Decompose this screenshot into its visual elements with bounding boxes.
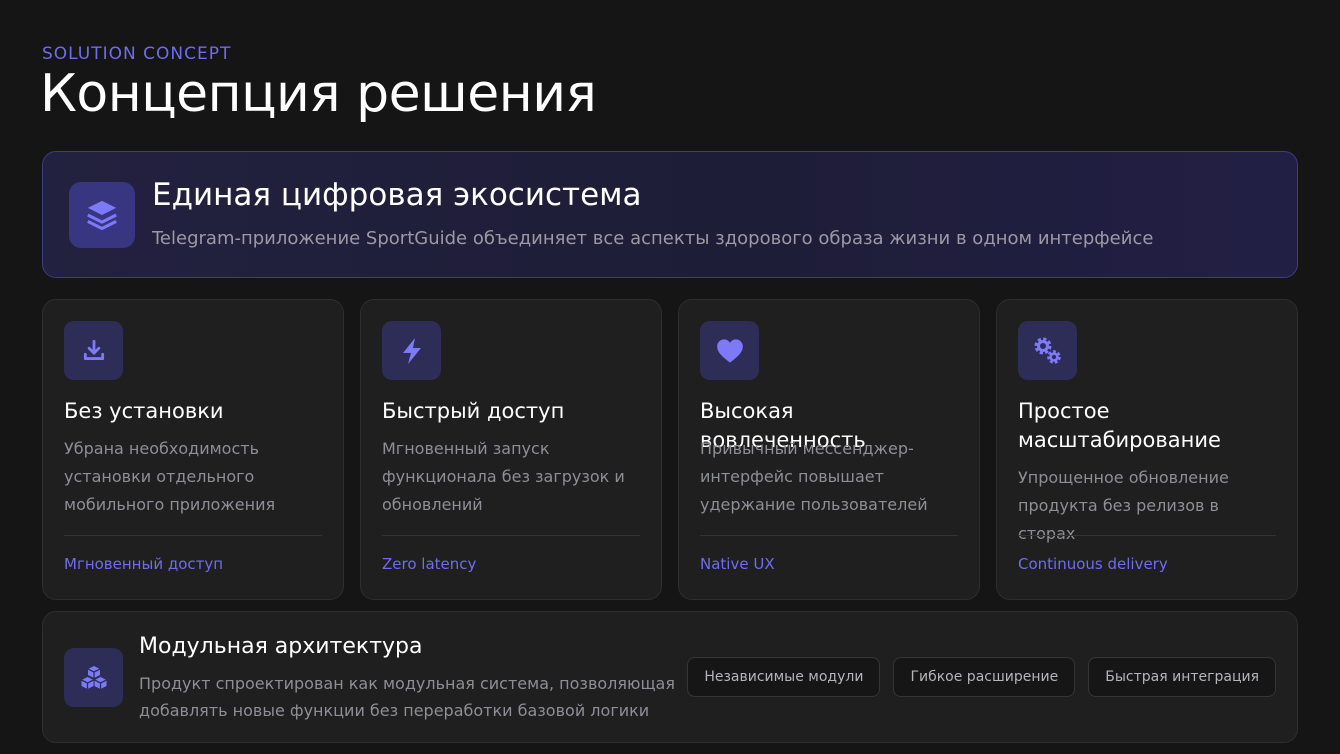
feature-pills: Независимые модули Гибкое расширение Быс… xyxy=(687,657,1276,697)
pill-fast-integration: Быстрая интеграция xyxy=(1088,657,1276,697)
pill-flexible-extension: Гибкое расширение xyxy=(893,657,1076,697)
architecture-title: Модульная архитектура xyxy=(139,634,423,659)
feature-card-fast-access: Быстрый доступ Мгновенный запуск функцио… xyxy=(360,299,662,600)
card-description: Убрана необходимость установки отдельног… xyxy=(64,439,276,514)
feature-card-no-install: Без установки Убрана необходимость устан… xyxy=(42,299,344,600)
card-divider xyxy=(382,535,640,536)
feature-card-engagement: Высокая вовлеченность Привычный мессендж… xyxy=(678,299,980,600)
card-divider xyxy=(64,535,322,536)
ecosystem-banner: Единая цифровая экосистема Telegram-прил… xyxy=(42,151,1298,278)
layers-icon xyxy=(69,182,135,248)
lightning-icon xyxy=(382,321,441,380)
pill-independent-modules: Независимые модули xyxy=(687,657,881,697)
card-title: Быстрый доступ xyxy=(382,399,565,423)
card-description: Мгновенный запуск функционала без загруз… xyxy=(382,439,625,514)
card-tag: Continuous delivery xyxy=(1018,555,1168,573)
card-title: Без установки xyxy=(64,399,224,423)
card-tag: Native UX xyxy=(700,555,775,573)
card-divider xyxy=(700,535,958,536)
card-divider xyxy=(1018,535,1276,536)
card-title: Простое масштабирование xyxy=(1018,399,1221,452)
card-description: Привычный мессенджер-интерфейс повышает … xyxy=(700,439,928,514)
slide: SOLUTION CONCEPT Концепция решения Едина… xyxy=(0,0,1340,754)
banner-subtitle: Telegram-приложение SportGuide объединяе… xyxy=(152,228,1154,249)
section-eyebrow: SOLUTION CONCEPT xyxy=(42,44,232,64)
architecture-panel: Модульная архитектура Продукт спроектиро… xyxy=(42,611,1298,743)
card-tag: Zero latency xyxy=(382,555,477,573)
page-title: Концепция решения xyxy=(40,64,597,124)
feature-card-scaling: Простое масштабирование Упрощенное обнов… xyxy=(996,299,1298,600)
cubes-icon xyxy=(64,648,123,707)
architecture-description: Продукт спроектирован как модульная сист… xyxy=(139,674,675,720)
heart-icon xyxy=(700,321,759,380)
download-icon xyxy=(64,321,123,380)
banner-title: Единая цифровая экосистема xyxy=(152,177,642,213)
gears-icon xyxy=(1018,321,1077,380)
card-tag: Мгновенный доступ xyxy=(64,555,224,573)
